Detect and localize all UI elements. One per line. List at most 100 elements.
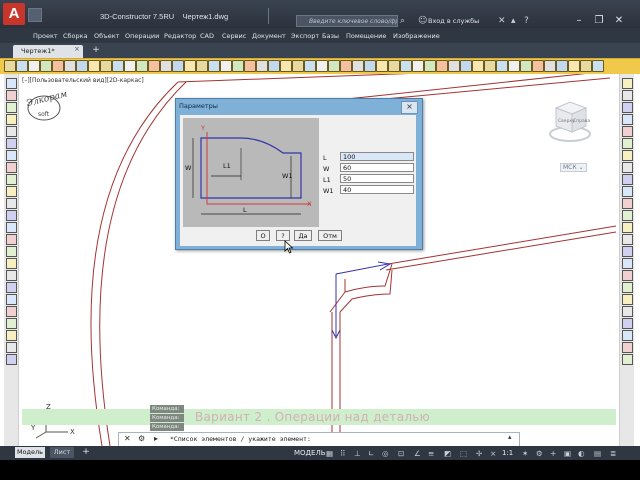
menu-item-image[interactable]: Изображение (393, 32, 440, 40)
polar-icon[interactable]: ◎ (382, 449, 389, 458)
toolbar-tool-button[interactable] (256, 60, 268, 72)
toolbar-tool-button[interactable] (592, 60, 604, 72)
toolbar-tool-button[interactable] (280, 60, 292, 72)
toolbar-tool-button[interactable] (40, 60, 52, 72)
o-button[interactable]: О (256, 230, 270, 241)
menu-item-cad[interactable]: CAD (200, 32, 214, 40)
menu-item-project[interactable]: Проект (33, 32, 58, 40)
help-icon[interactable]: ? (524, 16, 529, 26)
infer-icon[interactable]: ⊥ (354, 449, 361, 458)
right-tool-button[interactable] (622, 150, 633, 161)
right-tool-button[interactable] (622, 318, 633, 329)
left-tool-button[interactable] (6, 114, 17, 125)
menu-item-room[interactable]: Помещение (346, 32, 386, 40)
toolbar-tool-button[interactable] (88, 60, 100, 72)
toolbar-tool-button[interactable] (496, 60, 508, 72)
transparency-icon[interactable]: ◩ (444, 449, 451, 458)
selection-icon[interactable]: ⬚ (460, 449, 467, 458)
left-tool-button[interactable] (6, 342, 17, 353)
left-tool-button[interactable] (6, 162, 17, 173)
dialog-close-button[interactable]: × (401, 101, 418, 114)
close-button[interactable]: ✕ (610, 14, 628, 28)
left-tool-button[interactable] (6, 282, 17, 293)
annotation-icon[interactable]: ⨯ (490, 449, 496, 458)
right-tool-button[interactable] (622, 270, 633, 281)
toolbar-tool-button[interactable] (124, 60, 136, 72)
tab-model[interactable]: Модель (15, 447, 45, 458)
menu-item-export[interactable]: Экспорт (291, 32, 319, 40)
lineweight-icon[interactable]: ≡ (428, 449, 434, 458)
right-tool-button[interactable] (622, 126, 633, 137)
cancel-button[interactable]: Отм (318, 230, 342, 241)
left-tool-button[interactable] (6, 126, 17, 137)
close-icon[interactable]: ✕ (124, 434, 131, 443)
app-logo-icon[interactable]: A (3, 3, 25, 25)
left-tool-button[interactable] (6, 186, 17, 197)
right-tool-button[interactable] (622, 222, 633, 233)
toolbar-tool-button[interactable] (544, 60, 556, 72)
toolbar-tool-button[interactable] (112, 60, 124, 72)
toolbar-tool-button[interactable] (424, 60, 436, 72)
right-tool-button[interactable] (622, 342, 633, 353)
param-input-l[interactable]: 100 (340, 152, 414, 161)
left-tool-button[interactable] (6, 258, 17, 269)
right-tool-button[interactable] (622, 162, 633, 173)
toolbar-tool-button[interactable] (220, 60, 232, 72)
annotation-scale[interactable]: 1:1 (502, 449, 513, 457)
right-tool-button[interactable] (622, 354, 633, 365)
left-tool-button[interactable] (6, 102, 17, 113)
left-tool-button[interactable] (6, 294, 17, 305)
toolbar-tool-button[interactable] (172, 60, 184, 72)
command-input[interactable]: *Список элементов / укажите элемент: (170, 435, 311, 443)
toolbar-tool-button[interactable] (460, 60, 472, 72)
toolbar-tool-button[interactable] (304, 60, 316, 72)
right-tool-button[interactable] (622, 330, 633, 341)
toolbar-tool-button[interactable] (376, 60, 388, 72)
left-tool-button[interactable] (6, 354, 17, 365)
wcs-dropdown[interactable]: МСК ⌄ (560, 163, 587, 172)
right-tool-button[interactable] (622, 258, 633, 269)
right-tool-button[interactable] (622, 138, 633, 149)
apps-icon[interactable]: ▴ (511, 16, 516, 26)
toolbar-tool-button[interactable] (532, 60, 544, 72)
snap-icon[interactable]: ⠿ (340, 449, 346, 458)
exchange-icon[interactable]: ✕ (498, 16, 506, 26)
model-space-toggle[interactable]: МОДЕЛЬ (294, 449, 326, 457)
toolbar-tool-button[interactable] (412, 60, 424, 72)
toolbar-tool-button[interactable] (268, 60, 280, 72)
isolate-icon[interactable]: ◐ (578, 449, 585, 458)
toolbar-tool-button[interactable] (52, 60, 64, 72)
toolbar-tool-button[interactable] (568, 60, 580, 72)
view-cube[interactable]: Сверху Справа (548, 100, 594, 146)
toolbar-tool-button[interactable] (388, 60, 400, 72)
right-tool-button[interactable] (622, 282, 633, 293)
left-tool-button[interactable] (6, 306, 17, 317)
right-tool-button[interactable] (622, 186, 633, 197)
ok-button[interactable]: Да (294, 230, 312, 241)
left-tool-button[interactable] (6, 198, 17, 209)
toolbar-tool-button[interactable] (76, 60, 88, 72)
left-tool-button[interactable] (6, 270, 17, 281)
toolbar-tool-button[interactable] (28, 60, 40, 72)
left-tool-button[interactable] (6, 330, 17, 341)
menu-item-editor[interactable]: Редактор (164, 32, 196, 40)
annotation-visibility-icon[interactable]: ✶ (522, 449, 528, 458)
left-tool-button[interactable] (6, 174, 17, 185)
toolbar-tool-button[interactable] (316, 60, 328, 72)
right-tool-button[interactable] (622, 174, 633, 185)
toolbar-tool-button[interactable] (400, 60, 412, 72)
ortho-icon[interactable]: ∟ (368, 449, 374, 458)
menu-item-object[interactable]: Объект (94, 32, 119, 40)
menu-item-operations[interactable]: Операции (125, 32, 159, 40)
param-input-l1[interactable]: 50 (340, 174, 414, 183)
toolbar-tool-button[interactable] (244, 60, 256, 72)
left-tool-button[interactable] (6, 138, 17, 149)
left-tool-button[interactable] (6, 78, 17, 89)
toolbar-tool-button[interactable] (136, 60, 148, 72)
hardware-icon[interactable]: ▤ (594, 449, 601, 458)
right-tool-button[interactable] (622, 294, 633, 305)
toolbar-tool-button[interactable] (292, 60, 304, 72)
toolbar-tool-button[interactable] (196, 60, 208, 72)
left-tool-button[interactable] (6, 210, 17, 221)
right-tool-button[interactable] (622, 306, 633, 317)
